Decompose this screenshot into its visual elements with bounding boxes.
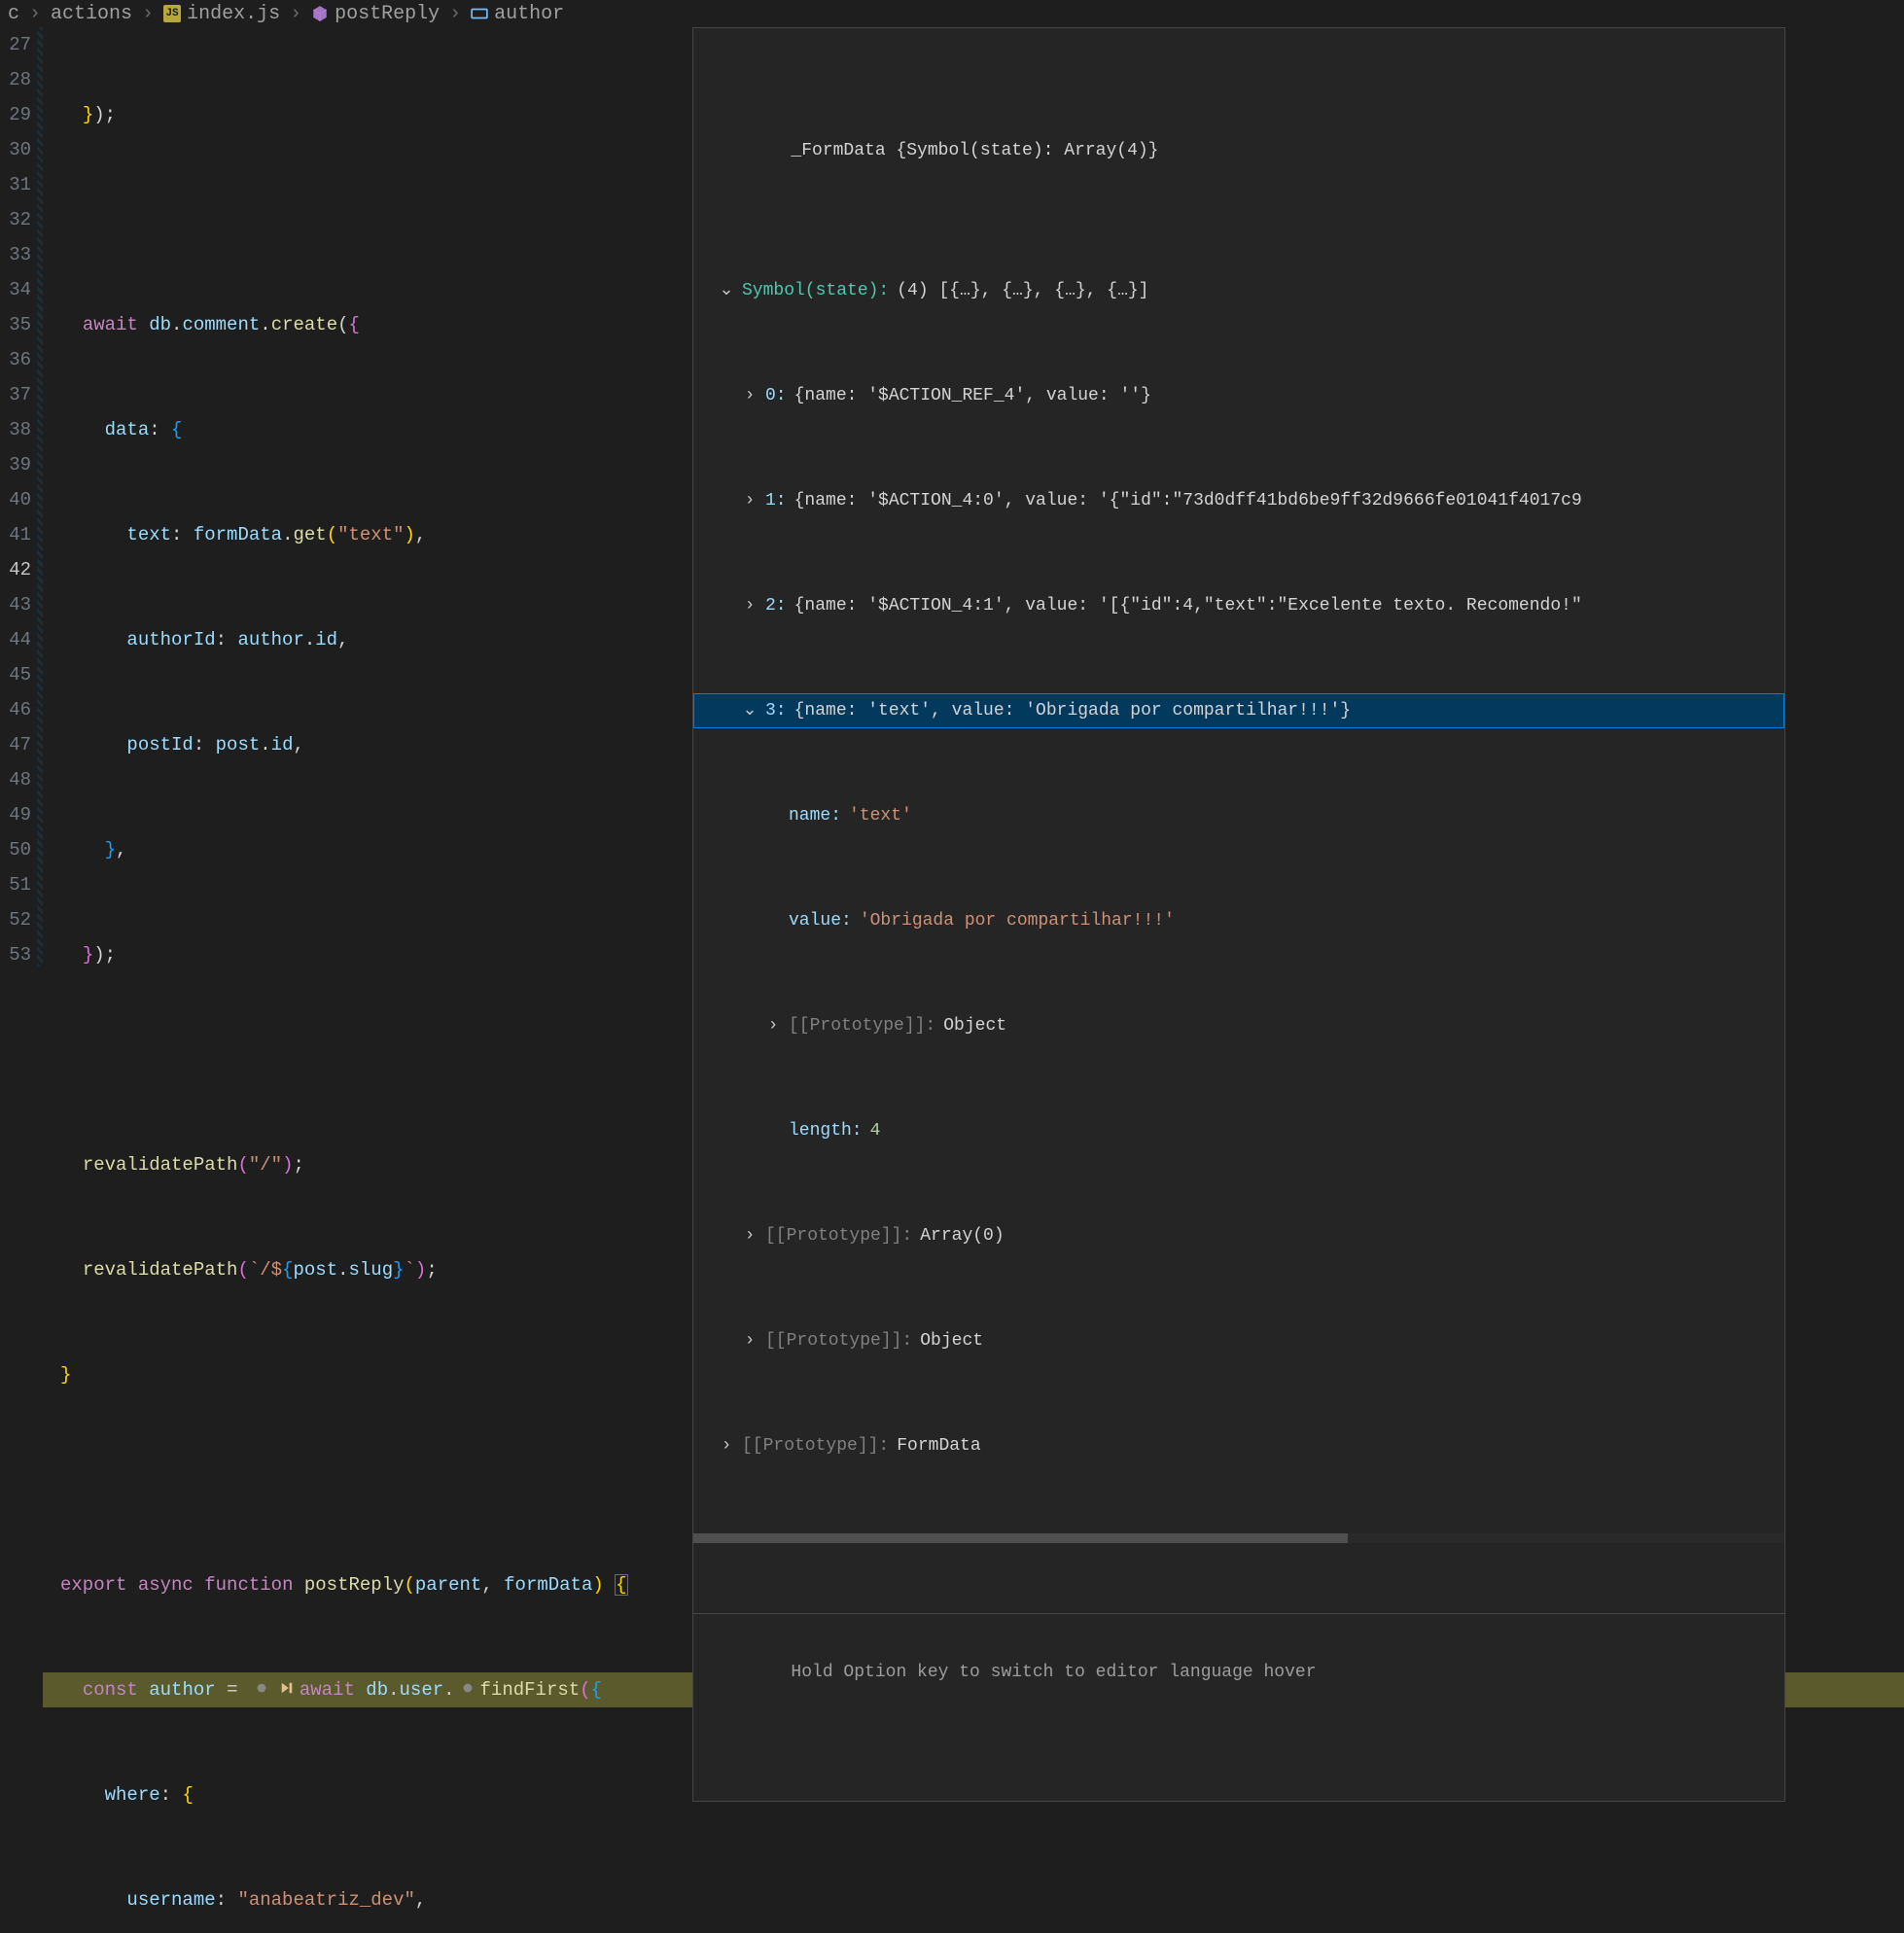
breadcrumb: c › actions › JS index.js › postReply › …	[0, 0, 1904, 27]
debug-hover-row[interactable]: › 2: {name: '$ACTION_4:1', value: '[{"id…	[693, 588, 1784, 623]
chevron-right-icon[interactable]: ›	[742, 1218, 758, 1253]
chevron-down-icon[interactable]: ⌄	[719, 273, 734, 308]
breadcrumb-item[interactable]: c	[8, 3, 19, 25]
debug-hover-prop[interactable]: value: 'Obrigada por compartilhar!!!'	[693, 903, 1784, 938]
chevron-right-icon[interactable]: ›	[742, 483, 758, 518]
chevron-right-icon: ›	[290, 3, 301, 25]
debug-hover-prop[interactable]: › [[Prototype]]: Array(0)	[693, 1218, 1784, 1253]
chevron-right-icon[interactable]: ›	[742, 378, 758, 413]
inline-step-icon[interactable]	[280, 1681, 294, 1695]
debug-hover-prop[interactable]: › [[Prototype]]: Object	[693, 1008, 1784, 1043]
breadcrumb-file[interactable]: JS index.js	[163, 3, 280, 25]
inline-breakpoint-icon[interactable]	[255, 1681, 268, 1695]
hover-footer: Hold Option key to switch to editor lang…	[693, 1613, 1784, 1731]
chevron-right-icon[interactable]: ›	[719, 1428, 734, 1463]
hover-scrollbar[interactable]	[693, 1533, 1784, 1543]
breadcrumb-symbol[interactable]: author	[471, 3, 564, 25]
breadcrumb-item[interactable]: actions	[51, 3, 132, 25]
debug-hover-prop[interactable]: length: 4	[693, 1113, 1784, 1148]
chevron-right-icon: ›	[449, 3, 461, 25]
code-area[interactable]: }); await db.comment.create({ data: { te…	[43, 27, 1904, 966]
debug-hover-prop[interactable]: › [[Prototype]]: Object	[693, 1323, 1784, 1358]
chevron-right-icon[interactable]: ›	[742, 588, 758, 623]
chevron-right-icon[interactable]: ›	[742, 1323, 758, 1358]
code-editor[interactable]: 2728293031323334353637383940414243444546…	[0, 27, 1904, 966]
chevron-down-icon[interactable]: ⌄	[742, 693, 758, 728]
line-gutter: 2728293031323334353637383940414243444546…	[0, 27, 37, 966]
method-icon	[311, 5, 329, 22]
debug-hover-row-selected[interactable]: ⌄ 3: {name: 'text', value: 'Obrigada por…	[693, 693, 1784, 728]
debug-hover-prop[interactable]: › [[Prototype]]: FormData	[693, 1428, 1784, 1463]
chevron-right-icon[interactable]: ›	[765, 1008, 781, 1043]
debug-hover-header: _FormData {Symbol(state): Array(4)}	[693, 98, 1784, 203]
inline-breakpoint-icon[interactable]	[461, 1681, 475, 1695]
debug-hover-row[interactable]: › 1: {name: '$ACTION_4:0', value: '{"id"…	[693, 483, 1784, 518]
breadcrumb-symbol[interactable]: postReply	[311, 3, 440, 25]
chevron-right-icon: ›	[142, 3, 154, 25]
chevron-right-icon: ›	[29, 3, 41, 25]
variable-icon	[471, 5, 488, 22]
js-file-icon: JS	[163, 5, 181, 22]
debug-hover-row[interactable]: ⌄ Symbol(state): (4) [{…}, {…}, {…}, {…}…	[693, 273, 1784, 308]
debug-hover-row[interactable]: › 0: {name: '$ACTION_REF_4', value: ''}	[693, 378, 1784, 413]
debug-hover-prop[interactable]: name: 'text'	[693, 798, 1784, 833]
debug-hover[interactable]: _FormData {Symbol(state): Array(4)} ⌄ Sy…	[692, 27, 1785, 1802]
